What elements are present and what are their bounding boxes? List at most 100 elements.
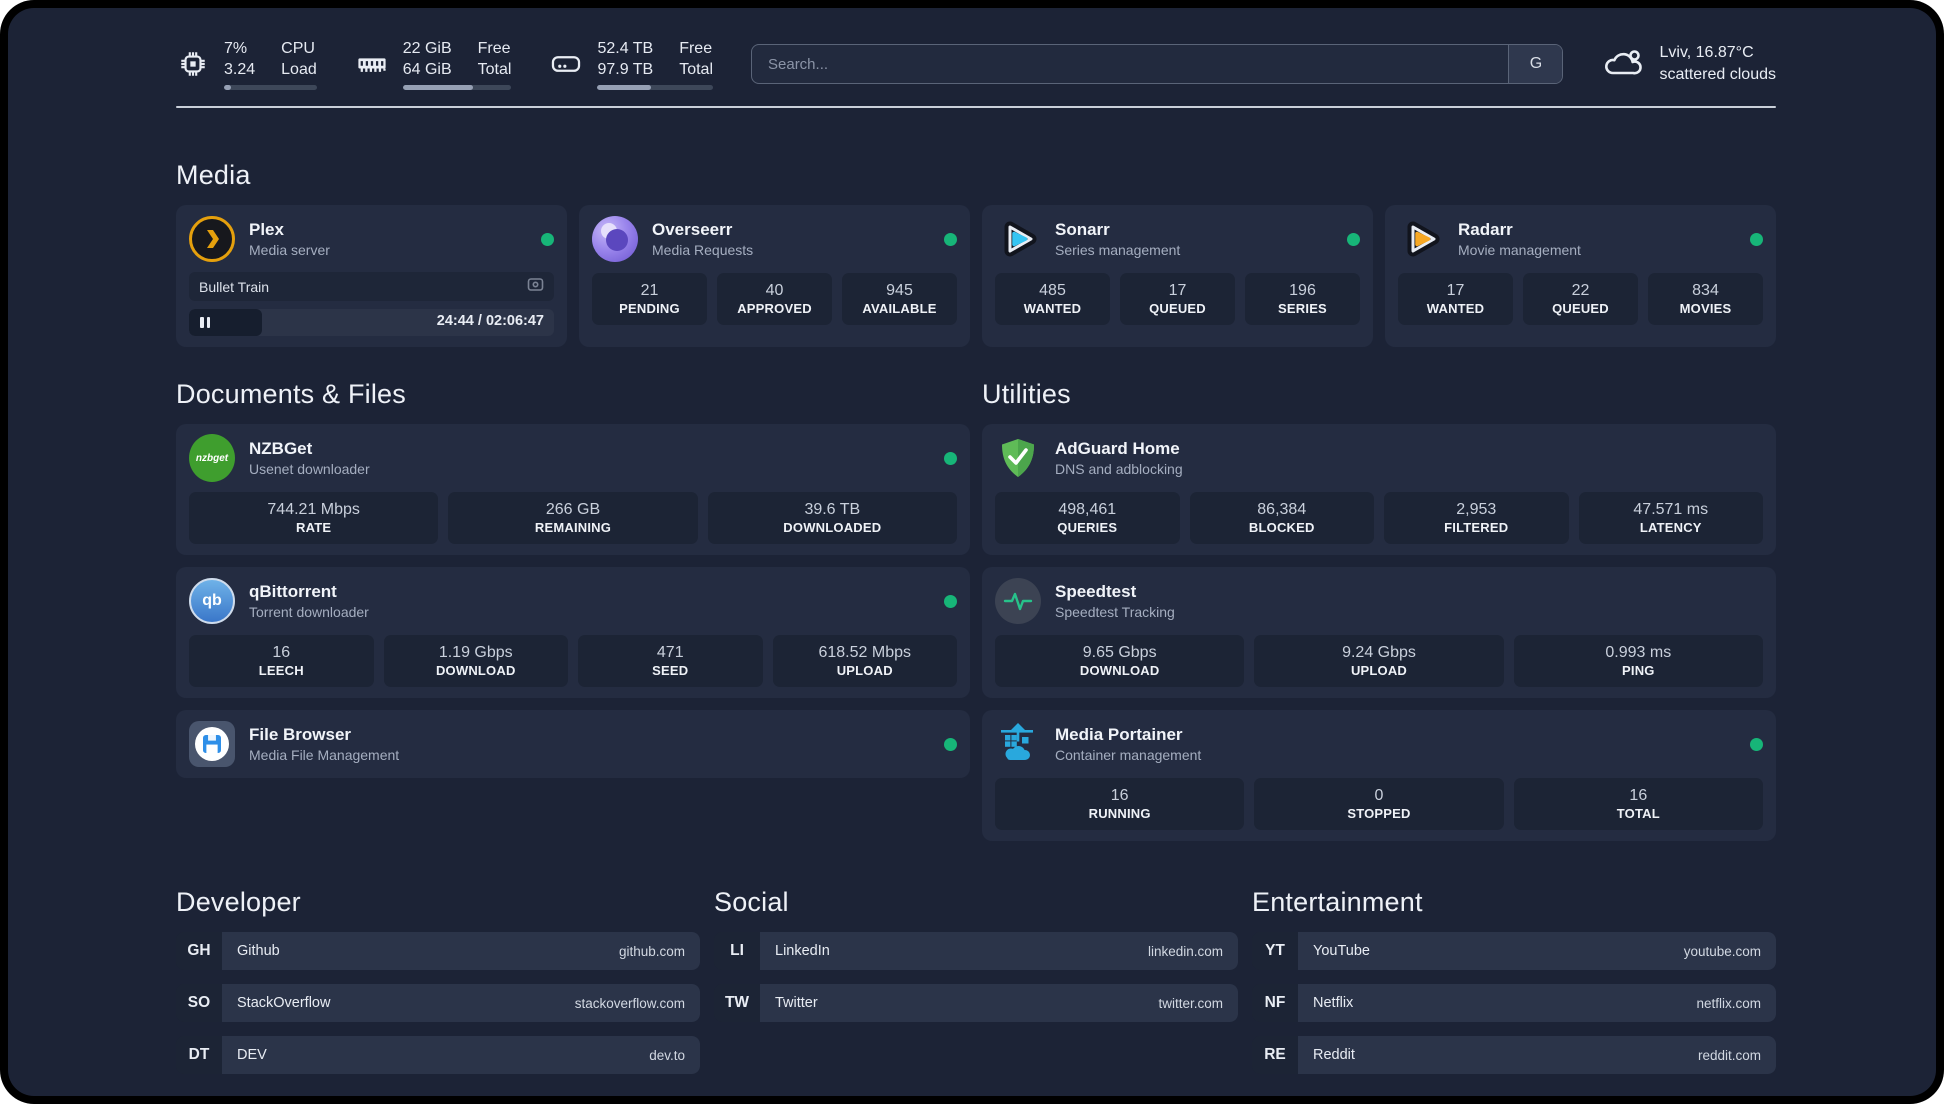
qbittorrent-icon: qb <box>189 578 235 624</box>
link-stackoverflow[interactable]: SO StackOverflow stackoverflow.com <box>176 984 700 1022</box>
link-tag: TW <box>714 984 760 1022</box>
status-online-dot <box>944 451 957 465</box>
link-linkedin[interactable]: LI LinkedIn linkedin.com <box>714 932 1238 970</box>
app-name: AdGuard Home <box>1055 439 1180 458</box>
cpu-progress-bar <box>224 85 317 90</box>
link-tag: RE <box>1252 1036 1298 1074</box>
link-reddit[interactable]: RE Reddit reddit.com <box>1252 1036 1776 1074</box>
speedtest-icon <box>995 578 1041 624</box>
cast-icon[interactable] <box>527 276 544 298</box>
disk-free-label: Free <box>679 40 713 57</box>
app-subtitle: Speedtest Tracking <box>1055 604 1175 620</box>
media-grid: Plex Media server Bullet Train 24:44 / 0… <box>176 205 1776 347</box>
link-url: twitter.com <box>1158 995 1223 1011</box>
status-online-dot <box>1750 737 1763 751</box>
link-name: Reddit <box>1313 1047 1355 1063</box>
section-title-utilities: Utilities <box>982 379 1071 409</box>
stat-total: 16 TOTAL <box>1513 778 1763 830</box>
link-youtube[interactable]: YT YouTube youtube.com <box>1252 932 1776 970</box>
card-overseerr[interactable]: Overseerr Media Requests 21 PENDING 40 APP… <box>579 205 970 347</box>
card-filebrowser[interactable]: File Browser Media File Management <box>176 710 970 778</box>
now-playing-row: Bullet Train <box>189 272 554 301</box>
playback-progress-bar[interactable]: 24:44 / 02:06:47 <box>189 309 554 336</box>
card-qbittorrent[interactable]: qb qBittorrent Torrent downloader 16 LEEC… <box>176 567 970 698</box>
ram-free-value: 22 GiB <box>402 40 452 57</box>
link-tag: SO <box>176 984 222 1022</box>
card-nzbget[interactable]: nzbget NZBGet Usenet downloader 744.21 M… <box>176 424 970 555</box>
disk-free-value: 52.4 TB <box>597 40 654 57</box>
storage-metric: 52.4 TB Free 97.9 TB Total <box>549 38 713 90</box>
link-url: linkedin.com <box>1147 943 1223 959</box>
stat-seed: 471 SEED <box>578 635 763 687</box>
card-plex[interactable]: Plex Media server Bullet Train 24:44 / 0… <box>176 205 567 347</box>
stat-downloaded: 39.6 TB DOWNLOADED <box>707 492 957 544</box>
window-frame: 7% CPU 3.24 Load 22 GiB Free 64 GiB Tota… <box>0 0 1944 1104</box>
link-tag: LI <box>714 932 760 970</box>
app-subtitle: Media Requests <box>652 242 754 258</box>
section-title-social: Social <box>714 887 789 917</box>
app-name: Plex <box>249 220 284 239</box>
link-name: StackOverflow <box>237 995 331 1011</box>
stat-leech: 16 LEECH <box>189 635 374 687</box>
filebrowser-icon <box>189 721 235 767</box>
status-online-dot <box>944 232 957 246</box>
links-entertainment: Entertainment YT YouTube youtube.com NF N… <box>1252 887 1776 1088</box>
link-twitter[interactable]: TW Twitter twitter.com <box>714 984 1238 1022</box>
memory-metric: 22 GiB Free 64 GiB Total <box>355 38 512 90</box>
card-radarr[interactable]: Radarr Movie management 17 WANTED 22 QUEUE… <box>1385 205 1776 347</box>
stat-approved: 40 APPROVED <box>717 273 832 325</box>
link-github[interactable]: GH Github github.com <box>176 932 700 970</box>
dashboard: 7% CPU 3.24 Load 22 GiB Free 64 GiB Tota… <box>8 8 1936 1096</box>
stat-filtered: 2,953 FILTERED <box>1384 492 1569 544</box>
link-name: YouTube <box>1313 943 1370 959</box>
app-name: Overseerr <box>652 220 733 239</box>
stat-ping: 0.993 ms PING <box>1513 635 1763 687</box>
card-adguard[interactable]: AdGuard Home DNS and adblocking 498,461 Q… <box>982 424 1776 555</box>
app-name: NZBGet <box>249 439 313 458</box>
app-subtitle: Container management <box>1055 747 1202 763</box>
app-subtitle: Media File Management <box>249 747 400 763</box>
pause-icon[interactable] <box>200 317 210 328</box>
plex-icon <box>189 216 235 262</box>
stat-latency: 47.571 ms LATENCY <box>1578 492 1763 544</box>
disk-icon <box>549 47 583 81</box>
card-sonarr[interactable]: Sonarr Series management 485 WANTED 17 QUE… <box>982 205 1373 347</box>
radarr-icon <box>1398 216 1444 262</box>
header-divider <box>176 106 1776 108</box>
weather-location: Lviv, 16.87°C <box>1659 44 1754 61</box>
stat-download: 9.65 Gbps DOWNLOAD <box>995 635 1245 687</box>
ram-icon <box>355 47 389 81</box>
ram-total-label: Total <box>477 61 512 78</box>
stat-wanted: 17 WANTED <box>1398 273 1513 325</box>
stat-download: 1.19 Gbps DOWNLOAD <box>383 635 568 687</box>
link-name: Twitter <box>775 995 818 1011</box>
ram-progress-bar <box>402 85 512 90</box>
link-netflix[interactable]: NF Netflix netflix.com <box>1252 984 1776 1022</box>
status-online-dot <box>541 232 554 246</box>
status-online-dot <box>944 737 957 751</box>
stat-movies: 834 MOVIES <box>1648 273 1763 325</box>
link-tag: GH <box>176 932 222 970</box>
card-portainer[interactable]: Media Portainer Container management 16 R… <box>982 710 1776 841</box>
stat-series: 196 SERIES <box>1245 273 1360 325</box>
card-speedtest[interactable]: Speedtest Speedtest Tracking 9.65 Gbps DO… <box>982 567 1776 698</box>
link-dev[interactable]: DT DEV dev.to <box>176 1036 700 1074</box>
link-url: stackoverflow.com <box>574 995 685 1011</box>
stat-wanted: 485 WANTED <box>995 273 1110 325</box>
search-engine-button[interactable]: G <box>1508 45 1563 83</box>
app-subtitle: Usenet downloader <box>249 461 370 477</box>
stat-available: 945 AVAILABLE <box>842 273 957 325</box>
status-online-dot <box>1750 232 1763 246</box>
portainer-icon <box>995 721 1041 767</box>
overseerr-icon <box>592 216 638 262</box>
search-input[interactable] <box>752 45 1509 83</box>
adguard-icon <box>995 435 1041 481</box>
section-title-entertainment: Entertainment <box>1252 887 1423 917</box>
link-name: DEV <box>237 1047 267 1063</box>
stat-queued: 17 QUEUED <box>1120 273 1235 325</box>
ram-total-value: 64 GiB <box>402 61 452 78</box>
link-url: youtube.com <box>1683 943 1761 959</box>
app-name: File Browser <box>249 725 352 744</box>
stat-stopped: 0 STOPPED <box>1254 778 1504 830</box>
link-tag: NF <box>1252 984 1298 1022</box>
